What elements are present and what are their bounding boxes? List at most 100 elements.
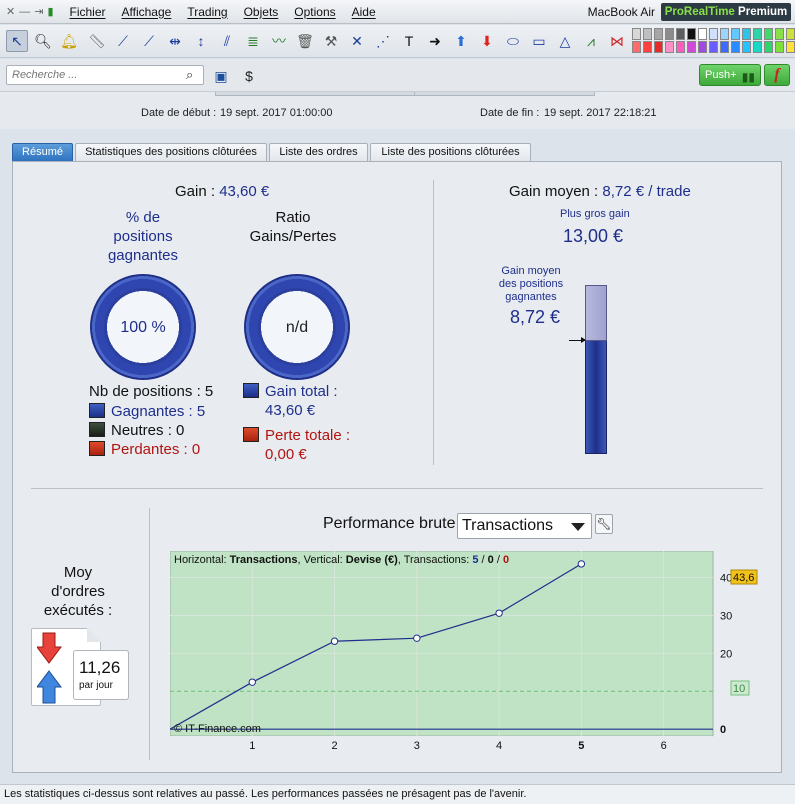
triangle-tool-icon[interactable]: △ — [554, 30, 576, 52]
color-swatch[interactable] — [753, 41, 762, 53]
y-tick-label: 40 — [720, 573, 732, 585]
channel-tool-icon[interactable]: ⫽ — [216, 30, 238, 52]
gain-total-swatch — [243, 383, 259, 398]
color-swatch[interactable] — [709, 28, 718, 40]
arrow-right-icon[interactable]: ⇥ — [34, 5, 43, 18]
pct-title-line: positions — [113, 228, 173, 245]
arrow-right-icon[interactable]: ➜ — [424, 30, 446, 52]
color-swatch[interactable] — [709, 41, 718, 53]
ratio-title-line: Ratio — [275, 209, 311, 226]
menu-item-objets[interactable]: Objets — [236, 5, 287, 19]
color-swatch[interactable] — [676, 28, 685, 40]
tab-liste-positions[interactable]: Liste des positions clôturées — [370, 143, 531, 161]
color-swatch[interactable] — [687, 28, 696, 40]
settings-wrench-button[interactable]: 🔧︎ — [595, 514, 613, 534]
pattern-tool-icon[interactable]: ⋈ — [606, 30, 628, 52]
orders-title: Moy d'ordres exécutés : — [33, 563, 123, 620]
function-button[interactable]: f — [764, 64, 790, 86]
text-tool-icon[interactable]: T — [398, 30, 420, 52]
ray-tool-icon[interactable]: ⟋ — [138, 30, 160, 52]
search-icon[interactable]: ⌕ — [186, 67, 193, 83]
color-swatch[interactable] — [731, 41, 740, 53]
minimize-icon[interactable]: ✕ — [6, 5, 15, 18]
menu-item-options[interactable]: Options — [286, 5, 343, 19]
average-value: 8,72 € / trade — [602, 183, 691, 200]
x-tick-label: 1 — [249, 740, 255, 752]
tools-icon[interactable]: ⚒ — [320, 30, 342, 52]
color-swatch[interactable] — [753, 28, 762, 40]
ellipse-tool-icon[interactable]: ⬭ — [502, 30, 524, 52]
menu-item-fichier[interactable]: Fichier — [62, 5, 114, 19]
rectangle-tool-icon[interactable]: ▭ — [528, 30, 550, 52]
fan-tool-icon[interactable]: ⋰ — [372, 30, 394, 52]
search-input[interactable] — [6, 65, 204, 85]
menu-item-trading[interactable]: Trading — [179, 5, 235, 19]
gain-total-label: Gain total : — [265, 383, 338, 400]
color-swatch[interactable] — [665, 28, 674, 40]
menu-item-affichage[interactable]: Affichage — [114, 5, 180, 19]
line-tool-icon[interactable]: ⟋ — [112, 30, 134, 52]
reference-value-badge: 10 — [730, 680, 750, 696]
perte-totale-swatch — [243, 427, 259, 442]
color-swatch[interactable] — [687, 41, 696, 53]
pct-title-line: gagnantes — [107, 247, 179, 264]
gagnantes-swatch — [89, 403, 105, 418]
horizontal-line-icon[interactable]: ⇹ — [164, 30, 186, 52]
color-swatch[interactable] — [632, 41, 641, 53]
arrow-down-icon[interactable]: ⬇ — [476, 30, 498, 52]
orders-title-line: d'ordres — [51, 583, 105, 600]
alert-bell-icon[interactable]: 🔔︎ — [58, 30, 80, 52]
wave-tool-icon[interactable]: 〰 — [268, 30, 290, 52]
pointer-tool-icon[interactable]: ↖ — [6, 30, 28, 52]
ruler-tool-icon[interactable]: 📏︎ — [86, 30, 108, 52]
dollar-key-icon[interactable]: $ — [238, 66, 260, 86]
neutres-label: Neutres : 0 — [111, 422, 185, 439]
vertical-line-icon[interactable]: ↕ — [190, 30, 212, 52]
color-swatch[interactable] — [676, 41, 685, 53]
trend-tool-icon[interactable]: ⩘ — [580, 30, 602, 52]
cross-tool-icon[interactable]: ✕ — [346, 30, 368, 52]
start-date-label: Date de début : — [141, 107, 217, 119]
tab-resume[interactable]: Résumé — [12, 143, 73, 161]
chart-window-icon[interactable]: ▣ — [210, 66, 232, 86]
color-swatch[interactable] — [775, 41, 784, 53]
color-swatch[interactable] — [698, 41, 707, 53]
x-tick-label: 4 — [496, 740, 502, 752]
info-v-label: , Vertical: — [298, 554, 346, 566]
x-tick-label: 5 — [578, 740, 584, 752]
biggest-gain-label: Plus gros gain — [560, 208, 630, 220]
zoom-tool-icon[interactable]: 🔍︎ — [32, 30, 54, 52]
color-swatch[interactable] — [731, 28, 740, 40]
color-swatch[interactable] — [654, 28, 663, 40]
performance-axis-select[interactable]: Transactions — [457, 513, 592, 539]
color-swatch[interactable] — [764, 28, 773, 40]
fibonacci-tool-icon[interactable]: ≣ — [242, 30, 264, 52]
color-swatch[interactable] — [775, 28, 784, 40]
tab-liste-ordres[interactable]: Liste des ordres — [269, 143, 368, 161]
color-swatch[interactable] — [632, 28, 641, 40]
trash-icon[interactable]: 🗑︎ — [294, 30, 316, 52]
color-swatch[interactable] — [654, 41, 663, 53]
color-swatch[interactable] — [643, 41, 652, 53]
menu-item-aide[interactable]: Aide — [344, 5, 384, 19]
push-button[interactable]: Push+ ▮▮ — [699, 64, 761, 86]
color-swatch[interactable] — [786, 41, 795, 53]
color-swatch[interactable] — [786, 28, 795, 40]
restore-icon[interactable]: — — [19, 6, 30, 18]
tab-statistiques[interactable]: Statistiques des positions clôturées — [75, 143, 267, 161]
arrow-up-icon[interactable]: ⬆ — [450, 30, 472, 52]
pct-winning-value: 100 % — [120, 319, 166, 336]
color-swatch[interactable] — [764, 41, 773, 53]
nb-positions: Nb de positions : 5 — [89, 383, 214, 400]
window-controls: ✕ — ⇥ ▮ — [0, 5, 54, 19]
color-swatch[interactable] — [720, 41, 729, 53]
color-swatch[interactable] — [720, 28, 729, 40]
color-swatch[interactable] — [742, 41, 751, 53]
color-swatch[interactable] — [698, 28, 707, 40]
main-menu: Fichier Affichage Trading Objets Options… — [62, 5, 384, 19]
color-swatch[interactable] — [665, 41, 674, 53]
avg-win-pointer — [569, 337, 586, 343]
chart-plot-area — [170, 551, 714, 737]
color-swatch[interactable] — [742, 28, 751, 40]
color-swatch[interactable] — [643, 28, 652, 40]
